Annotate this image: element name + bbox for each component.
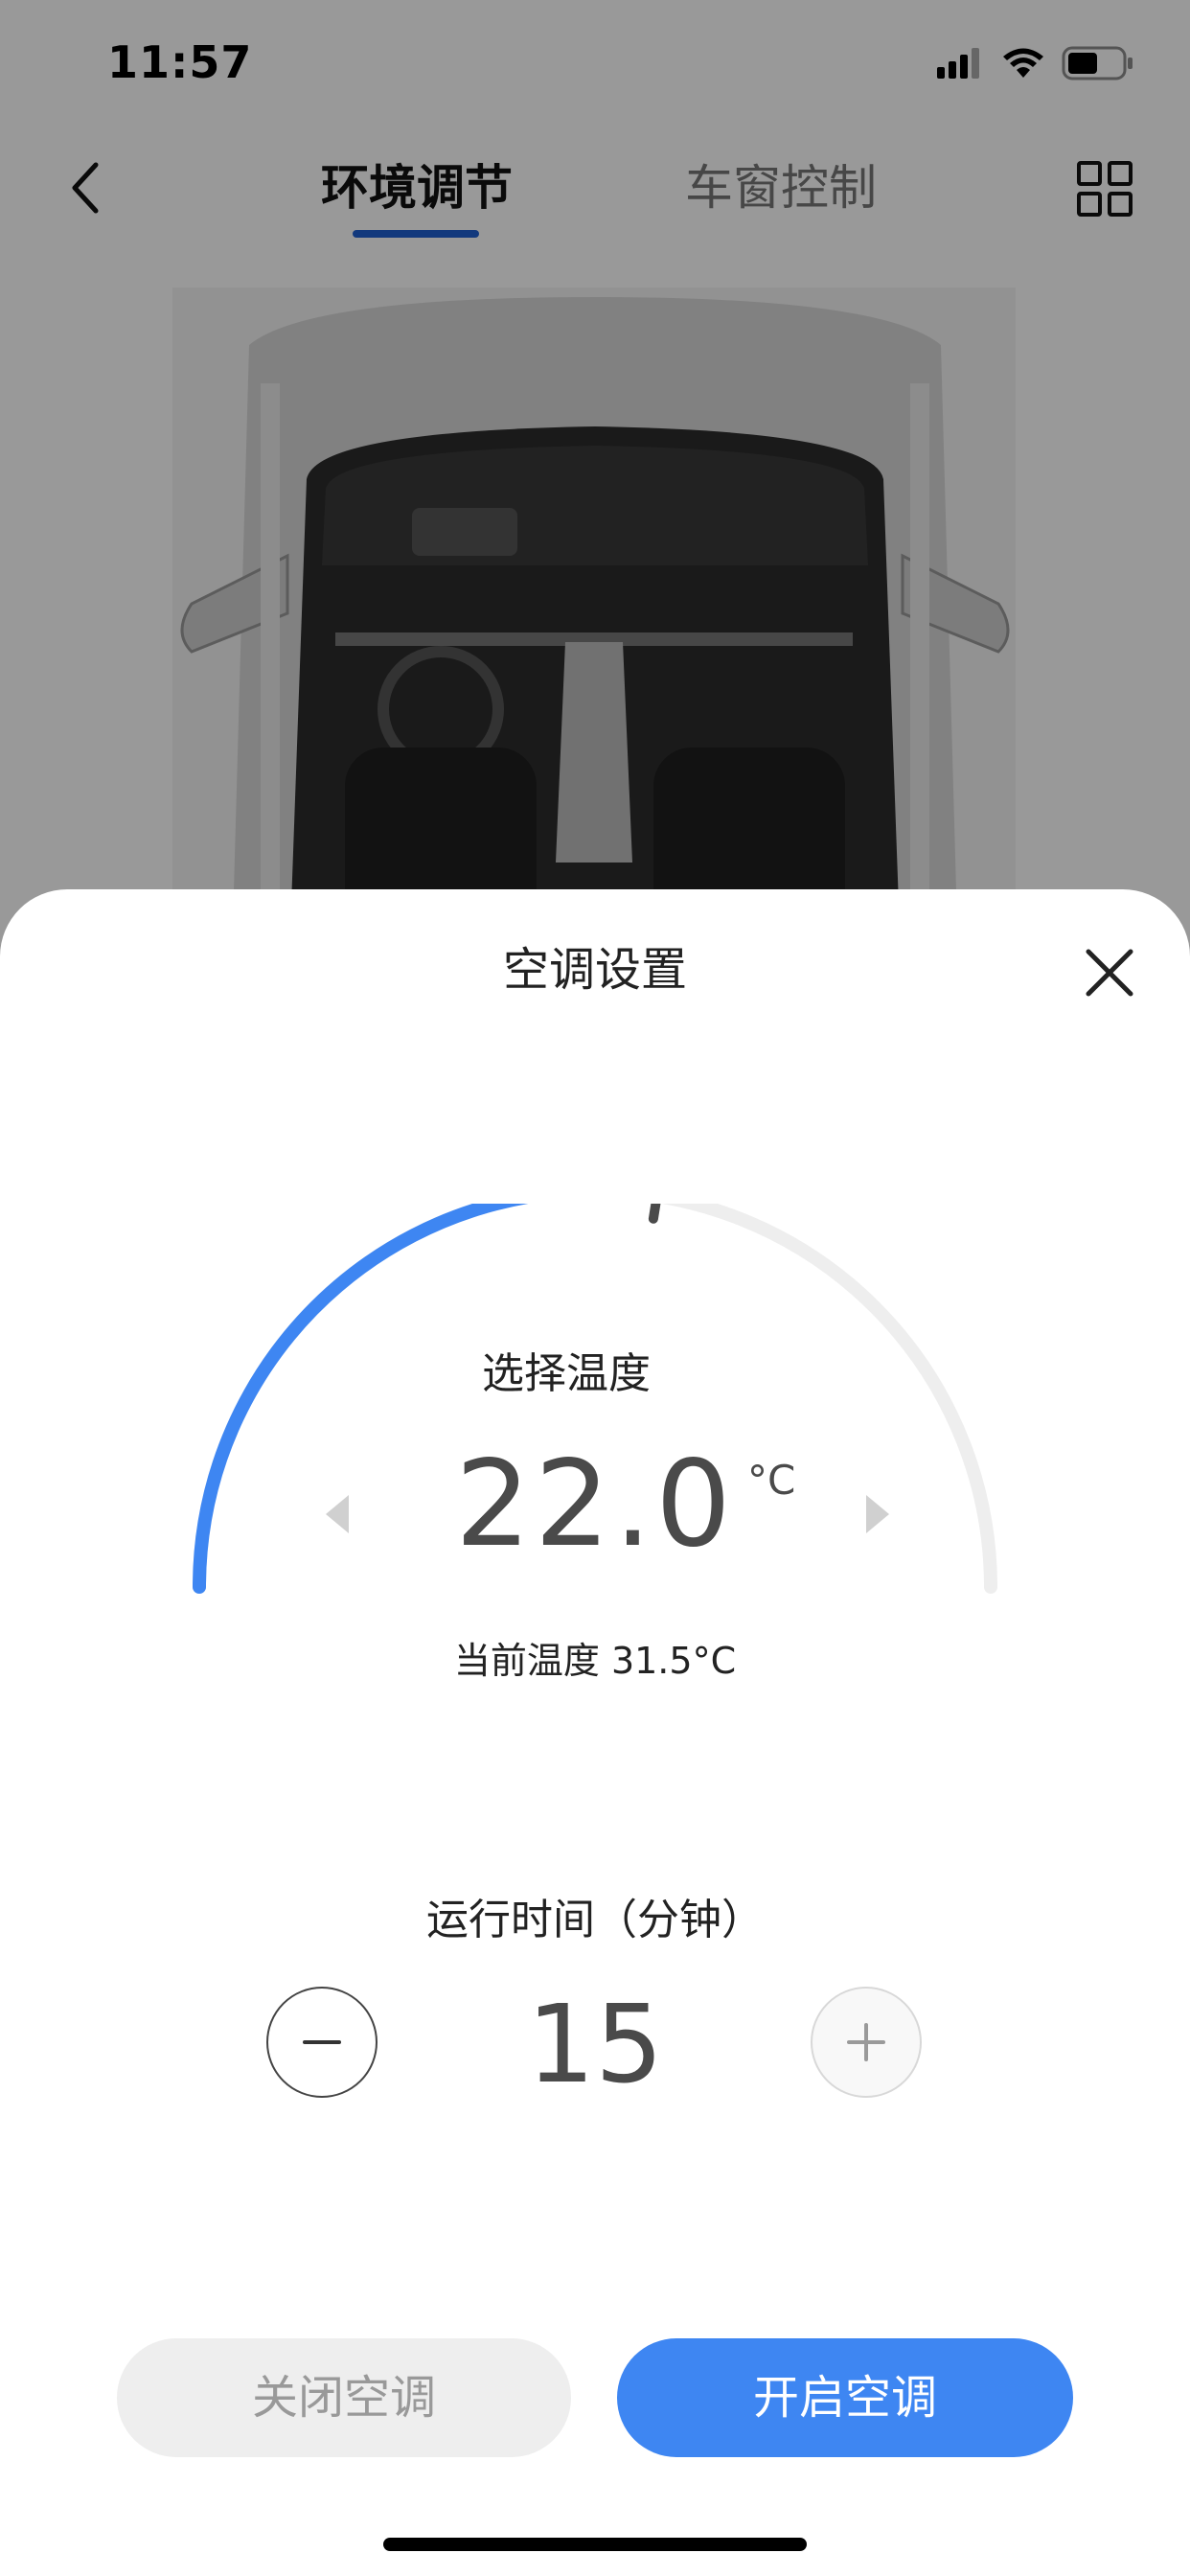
runtime-label: 运行时间（分钟） [426, 1896, 764, 1944]
temperature-label: 选择温度 [482, 1349, 651, 1398]
dial-handle[interactable] [648, 1204, 661, 1224]
home-indicator [383, 2538, 807, 2551]
plus-icon [847, 2023, 885, 2061]
current-temperature: 当前温度 31.5°C [453, 1640, 737, 1682]
runtime-value: 15 [526, 1983, 664, 2107]
environment-page: 11:57 环境调节 车窗控制 [0, 0, 1190, 958]
temperature-value: 22.0 [454, 1436, 736, 1574]
turn-on-ac-button[interactable]: 开启空调 [617, 2338, 1073, 2457]
increase-temperature-icon[interactable] [862, 1493, 893, 1535]
screen: 11:57 环境调节 车窗控制 空调设置 选择温度 22.0 °C 当前温度 3… [0, 0, 1190, 2576]
turn-off-ac-button[interactable]: 关闭空调 [117, 2338, 571, 2457]
ac-settings-sheet: 空调设置 选择温度 22.0 °C 当前温度 31.5°C 运行时间（分钟） 1… [0, 889, 1190, 2576]
temperature-unit: °C [747, 1457, 796, 1504]
close-icon[interactable] [1081, 944, 1138, 1001]
sheet-title: 空调设置 [502, 943, 687, 997]
modal-backdrop[interactable] [0, 0, 1190, 958]
runtime-increase-button[interactable] [811, 1987, 922, 2098]
